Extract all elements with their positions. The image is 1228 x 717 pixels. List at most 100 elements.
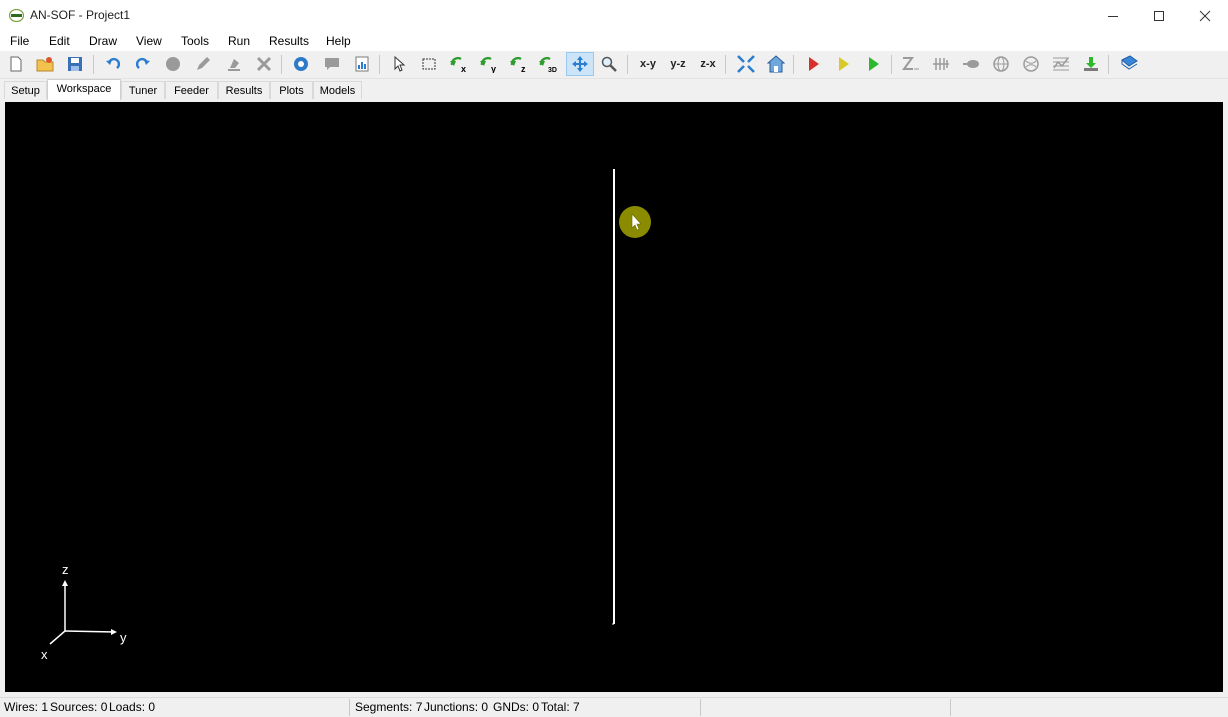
new-file-icon xyxy=(10,56,22,72)
radiation-pattern-3d-button[interactable] xyxy=(1019,52,1043,76)
close-icon xyxy=(1199,10,1211,21)
impedance-button[interactable] xyxy=(899,52,923,76)
dashed-rectangle-icon xyxy=(422,58,436,70)
tab-workspace[interactable]: Workspace xyxy=(47,79,121,100)
undo-button[interactable] xyxy=(101,52,125,76)
y-axis-arrowhead xyxy=(111,629,117,635)
workspace-canvas[interactable]: z y x xyxy=(5,102,1223,692)
pan-button[interactable] xyxy=(566,52,594,76)
play-red-icon xyxy=(809,57,819,71)
fit-view-button[interactable] xyxy=(734,52,758,76)
svg-text:z: z xyxy=(521,64,526,73)
open-file-button[interactable] xyxy=(33,52,57,76)
toolbar-separator xyxy=(1108,55,1109,74)
zoom-button[interactable] xyxy=(597,52,621,76)
home-view-button[interactable] xyxy=(764,52,788,76)
workspace-drawing: z y x xyxy=(41,169,651,662)
delete-x-icon xyxy=(256,56,272,72)
status-separator xyxy=(349,699,350,716)
eraser-button[interactable] xyxy=(222,52,246,76)
report-icon xyxy=(355,56,369,72)
gear-icon xyxy=(294,57,308,71)
toolbar-separator xyxy=(93,55,94,74)
far-field-button[interactable] xyxy=(989,52,1013,76)
redo-button[interactable] xyxy=(131,52,155,76)
home-icon xyxy=(767,55,785,73)
view-yz-button[interactable]: y-z xyxy=(665,52,691,76)
status-sources: Sources: 0 xyxy=(50,700,108,714)
y-axis-label: y xyxy=(120,630,127,645)
z-axis-arrowhead xyxy=(62,580,68,586)
eraser-icon xyxy=(228,59,240,71)
menu-edit[interactable]: Edit xyxy=(49,34,70,48)
status-separator xyxy=(700,699,701,716)
settings-button[interactable] xyxy=(289,52,313,76)
delete-button[interactable] xyxy=(252,52,276,76)
menu-file[interactable]: File xyxy=(10,34,29,48)
run-green-button[interactable] xyxy=(861,52,885,76)
menu-help[interactable]: Help xyxy=(326,34,351,48)
select-button[interactable] xyxy=(387,52,411,76)
status-loads: Loads: 0 xyxy=(109,700,156,714)
globe-icon xyxy=(993,56,1009,72)
toolbar-separator xyxy=(891,55,892,74)
tab-strip: Setup Workspace Tuner Feeder Results Plo… xyxy=(0,79,1228,100)
rotate-y-button[interactable]: y xyxy=(477,52,501,76)
save-button[interactable] xyxy=(63,52,87,76)
view-xy-button[interactable]: x-y xyxy=(635,52,661,76)
arrow-cursor-icon xyxy=(394,56,406,72)
toolbar: x y z 3D x-y y-z z-x xyxy=(0,51,1228,79)
globe-3d-icon xyxy=(1023,56,1039,72)
comment-button[interactable] xyxy=(320,52,344,76)
tab-results[interactable]: Results xyxy=(218,81,270,99)
tab-feeder[interactable]: Feeder xyxy=(165,81,218,99)
plot-table-button[interactable] xyxy=(1049,52,1073,76)
x-axis-line xyxy=(49,630,66,645)
menu-draw[interactable]: Draw xyxy=(89,34,117,48)
open-folder-icon xyxy=(36,57,54,72)
toolbar-separator xyxy=(281,55,282,74)
menu-tools[interactable]: Tools xyxy=(181,34,209,48)
menu-results[interactable]: Results xyxy=(269,34,309,48)
tab-plots[interactable]: Plots xyxy=(270,81,313,99)
status-wires: Wires: 1 xyxy=(4,700,49,714)
tab-setup[interactable]: Setup xyxy=(4,81,47,99)
status-gnds: GNDs: 0 xyxy=(493,700,540,714)
rotate-3d-button[interactable]: 3D xyxy=(537,52,561,76)
comment-icon xyxy=(325,58,339,70)
toolbar-separator xyxy=(627,55,628,74)
current-distribution-button[interactable] xyxy=(929,52,953,76)
tab-models[interactable]: Models xyxy=(313,81,362,99)
maximize-icon xyxy=(1154,10,1164,21)
view-zx-button[interactable]: z-x xyxy=(695,52,721,76)
stop-button[interactable] xyxy=(161,52,185,76)
export-button[interactable] xyxy=(1079,52,1103,76)
draw-wire-button[interactable] xyxy=(191,52,215,76)
run-yellow-button[interactable] xyxy=(831,52,855,76)
magnifier-icon xyxy=(601,56,617,72)
toolbar-separator xyxy=(793,55,794,74)
rotate-y-icon: y xyxy=(480,56,496,73)
box-select-button[interactable] xyxy=(417,52,441,76)
title-bar: AN-SOF - Project1 xyxy=(0,0,1228,31)
play-green-icon xyxy=(869,57,879,71)
download-icon xyxy=(1084,57,1098,71)
rotate-x-button[interactable]: x xyxy=(447,52,471,76)
status-separator xyxy=(950,699,951,716)
help-book-button[interactable] xyxy=(1117,52,1141,76)
report-button[interactable] xyxy=(350,52,374,76)
new-file-button[interactable] xyxy=(4,52,28,76)
near-field-button[interactable] xyxy=(959,52,983,76)
tab-tuner[interactable]: Tuner xyxy=(121,81,165,99)
rotate-3d-icon: 3D xyxy=(539,56,557,73)
svg-text:3D: 3D xyxy=(548,67,557,73)
menu-view[interactable]: View xyxy=(136,34,162,48)
run-red-button[interactable] xyxy=(801,52,825,76)
close-button[interactable] xyxy=(1182,0,1228,31)
rotate-z-button[interactable]: z xyxy=(507,52,531,76)
minimize-button[interactable] xyxy=(1090,0,1136,31)
maximize-button[interactable] xyxy=(1136,0,1182,31)
menu-run[interactable]: Run xyxy=(228,34,250,48)
svg-text:x: x xyxy=(461,64,466,73)
z-axis-label: z xyxy=(62,562,69,577)
